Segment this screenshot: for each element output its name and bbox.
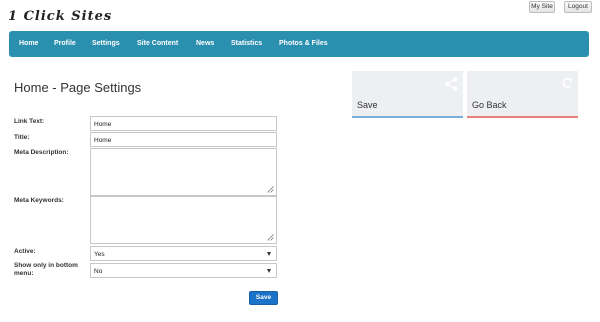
nav-site-content[interactable]: Site Content [137, 40, 178, 47]
share-icon [444, 77, 458, 91]
save-tile[interactable]: Save [352, 71, 463, 118]
bottom-menu-select-value: No [94, 268, 103, 275]
bottom-menu-select[interactable]: No [90, 263, 277, 278]
go-back-tile[interactable]: Go Back [467, 71, 578, 118]
my-site-button[interactable]: My Site [529, 1, 555, 13]
nav-profile[interactable]: Profile [54, 40, 76, 47]
main-navbar: Home Profile Settings Site Content News … [9, 31, 589, 57]
logout-button[interactable]: Logout [564, 1, 592, 13]
nav-photos-files[interactable]: Photos & Files [279, 40, 328, 47]
meta-keywords-textarea[interactable] [90, 196, 277, 244]
active-label: Active: [14, 248, 36, 255]
meta-description-label: Meta Description: [14, 149, 69, 156]
active-select[interactable]: Yes [90, 246, 277, 261]
dropdown-caret-icon [267, 269, 271, 273]
site-logo: 1 Click Sites [8, 9, 113, 24]
undo-arrow-icon [562, 77, 573, 89]
link-text-label: Link Text: [14, 118, 45, 125]
title-label: Title: [14, 134, 30, 141]
meta-keywords-label: Meta Keywords: [14, 197, 64, 204]
resize-grip-icon[interactable] [267, 234, 274, 241]
go-back-tile-label: Go Back [472, 100, 507, 110]
nav-home[interactable]: Home [19, 40, 38, 47]
save-button[interactable]: Save [249, 291, 278, 305]
meta-description-textarea[interactable] [90, 148, 277, 196]
dropdown-caret-icon [267, 252, 271, 256]
title-input[interactable]: Home [90, 132, 277, 147]
link-text-input[interactable]: Home [90, 116, 277, 131]
active-select-value: Yes [94, 251, 105, 258]
nav-statistics[interactable]: Statistics [231, 40, 262, 47]
bottom-menu-label: Show only in bottom menu: [14, 262, 78, 277]
page-title: Home - Page Settings [14, 80, 142, 95]
nav-settings[interactable]: Settings [92, 40, 120, 47]
resize-grip-icon[interactable] [267, 186, 274, 193]
save-tile-label: Save [357, 100, 378, 110]
nav-news[interactable]: News [196, 40, 214, 47]
